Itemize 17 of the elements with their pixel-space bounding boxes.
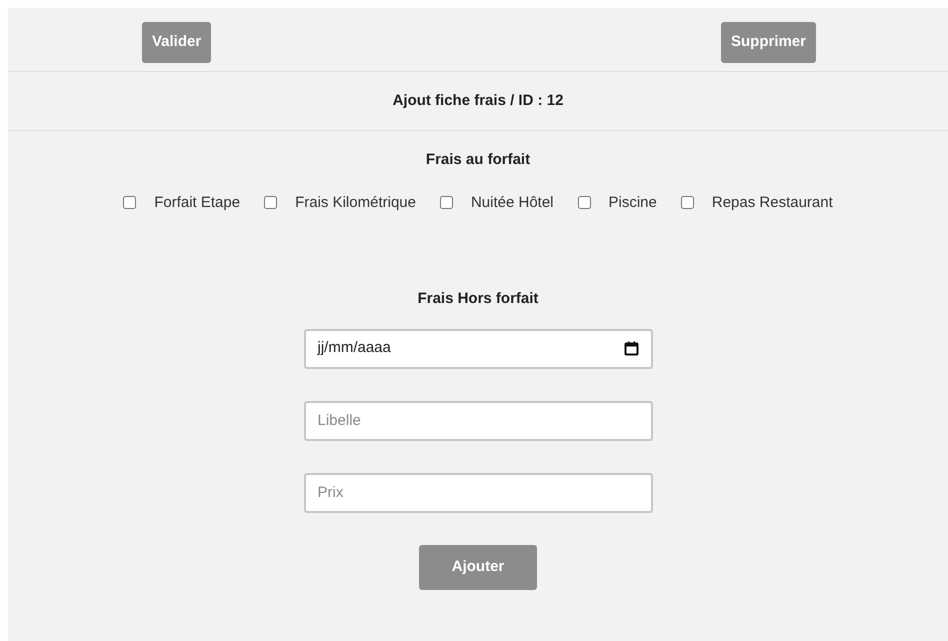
checkbox-label[interactable]: Piscine [608, 192, 657, 214]
section-title: Frais au forfait [426, 150, 530, 170]
checkbox[interactable] [578, 196, 591, 210]
checkbox-label[interactable]: Nuitée Hôtel [470, 192, 554, 214]
input-field[interactable]: Prix [304, 472, 652, 512]
checkbox[interactable] [123, 196, 136, 210]
section-title: Frais Hors forfait [418, 289, 538, 309]
calendar-icon[interactable] [624, 341, 638, 356]
date-field[interactable]: jj/mm/aaaa [304, 328, 652, 368]
checkbox[interactable] [440, 196, 453, 210]
input-field[interactable]: Libelle [304, 400, 652, 440]
checkbox-label[interactable]: Repas Restaurant [712, 192, 833, 214]
checkbox[interactable] [680, 196, 694, 210]
form-title: Ajout fiche frais / ID : 12 [392, 90, 564, 111]
checkbox-label[interactable]: Frais Kilométrique [295, 192, 416, 214]
checkbox[interactable] [264, 196, 278, 210]
checkbox-label[interactable]: Forfait Etape [154, 192, 240, 214]
